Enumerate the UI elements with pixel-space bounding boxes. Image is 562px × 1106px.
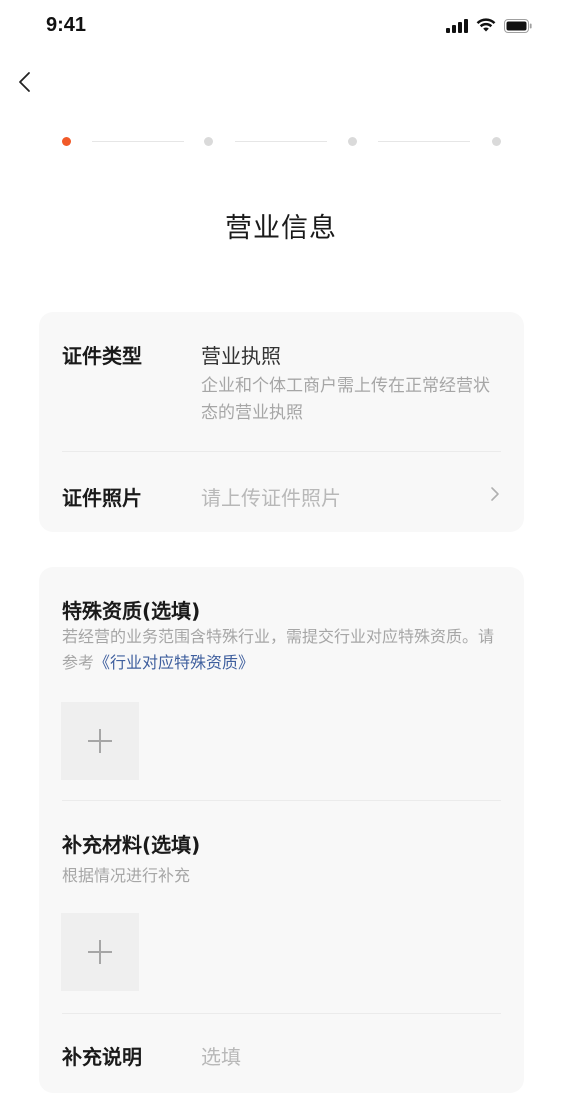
step-dot-3 bbox=[348, 137, 357, 146]
chevron-left-icon bbox=[19, 72, 30, 92]
step-dot-2 bbox=[204, 137, 213, 146]
status-time: 9:41 bbox=[46, 14, 87, 36]
back-button[interactable] bbox=[14, 66, 46, 98]
supplement-upload-button[interactable] bbox=[61, 913, 139, 991]
status-icons bbox=[446, 18, 532, 33]
supplement-card: 特殊资质(选填) 若经营的业务范围含特殊行业，需提交行业对应特殊资质。请参考《行… bbox=[39, 567, 524, 1093]
supplement-title: 补充材料(选填) bbox=[62, 833, 201, 857]
divider bbox=[62, 800, 501, 801]
step-connector bbox=[378, 141, 470, 142]
step-connector bbox=[235, 141, 327, 142]
signal-icon bbox=[446, 18, 468, 33]
page-title: 营业信息 bbox=[225, 213, 337, 244]
plus-icon bbox=[99, 729, 101, 753]
progress-stepper bbox=[0, 132, 562, 152]
status-bar: 9:41 bbox=[0, 0, 562, 54]
cert-type-label: 证件类型 bbox=[62, 344, 142, 368]
step-dot-4 bbox=[492, 137, 501, 146]
wifi-icon bbox=[476, 18, 496, 32]
cert-type-value: 营业执照 bbox=[201, 344, 281, 368]
cert-photo-placeholder: 请上传证件照片 bbox=[201, 486, 341, 510]
qualification-title: 特殊资质(选填) bbox=[62, 599, 201, 623]
step-dot-1 bbox=[62, 137, 71, 146]
qualification-upload-button[interactable] bbox=[61, 702, 139, 780]
divider bbox=[62, 1013, 501, 1014]
qualification-desc: 若经营的业务范围含特殊行业，需提交行业对应特殊资质。请参考《行业对应特殊资质》 bbox=[62, 624, 502, 676]
qualification-link[interactable]: 《行业对应特殊资质》 bbox=[94, 653, 254, 672]
step-connector bbox=[92, 141, 184, 142]
note-input[interactable]: 选填 bbox=[201, 1041, 241, 1070]
battery-icon bbox=[504, 18, 532, 33]
license-card: 证件类型 营业执照 企业和个体工商户需上传在正常经营状态的营业执照 证件照片 请… bbox=[39, 312, 524, 532]
cert-photo-label: 证件照片 bbox=[62, 486, 142, 510]
cert-type-desc: 企业和个体工商户需上传在正常经营状态的营业执照 bbox=[201, 376, 490, 423]
note-label: 补充说明 bbox=[62, 1045, 142, 1069]
cert-photo-row[interactable]: 证件照片 请上传证件照片 bbox=[39, 452, 524, 532]
chevron-right-icon bbox=[491, 487, 499, 501]
supplement-desc: 根据情况进行补充 bbox=[62, 866, 191, 885]
plus-icon bbox=[99, 940, 101, 964]
